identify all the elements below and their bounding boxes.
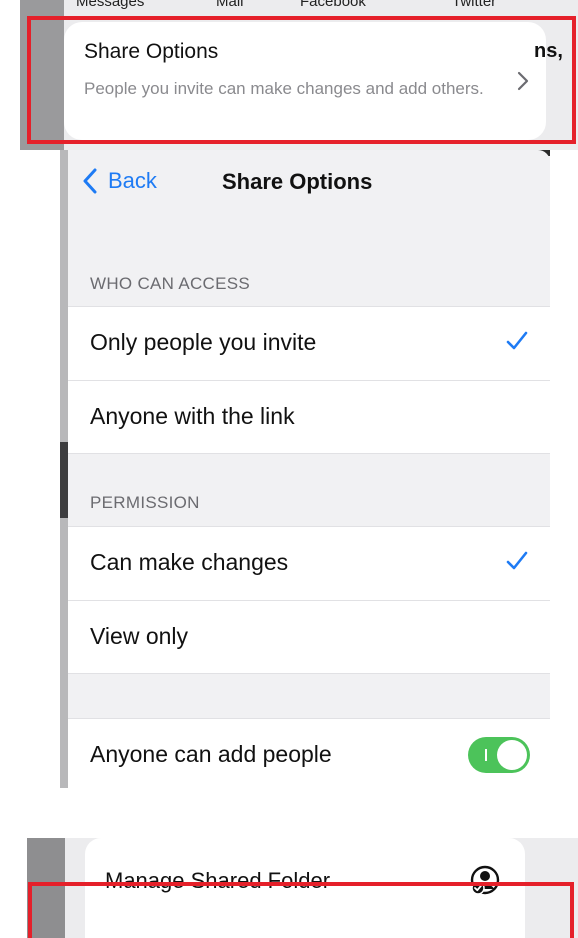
toggle-on-indicator (485, 749, 487, 761)
share-options-screen: Back Share Options WHO CAN ACCESS Only p… (60, 150, 550, 788)
share-targets-row: Messages Mail Facebook Twitter (20, 0, 578, 15)
option-label: Only people you invite (90, 329, 317, 355)
share-target-facebook[interactable]: Facebook (300, 0, 366, 10)
option-label: Can make changes (90, 549, 289, 575)
page-title: Share Options (222, 169, 373, 194)
share-target-twitter[interactable]: Twitter (452, 0, 496, 10)
toggle-label: Anyone can add people (90, 741, 332, 767)
option-label: View only (90, 623, 189, 649)
checkmark-icon (506, 551, 528, 570)
highlight-box-manage-shared-folder (28, 882, 574, 938)
section-header-who-can-access: WHO CAN ACCESS (90, 274, 251, 293)
who-can-access-group: Only people you invite Anyone with the l… (68, 306, 550, 454)
option-can-make-changes[interactable]: Can make changes (68, 527, 550, 600)
permission-group: Can make changes View only (68, 526, 550, 674)
share-target-messages[interactable]: Messages (76, 0, 144, 10)
row-anyone-can-add-people: Anyone can add people (68, 719, 550, 788)
option-only-people-you-invite[interactable]: Only people you invite (68, 307, 550, 380)
option-view-only[interactable]: View only (68, 600, 550, 673)
option-anyone-with-the-link[interactable]: Anyone with the link (68, 380, 550, 453)
share-target-mail[interactable]: Mail (216, 0, 244, 10)
add-people-group: Anyone can add people (68, 718, 550, 788)
navigation-bar: Back Share Options (68, 150, 550, 214)
chevron-left-icon (83, 168, 97, 194)
back-label: Back (108, 168, 157, 193)
option-label: Anyone with the link (90, 403, 295, 429)
checkmark-icon (506, 331, 528, 350)
add-people-toggle[interactable] (468, 737, 530, 773)
back-button[interactable]: Back (82, 166, 157, 196)
highlight-box-share-options (27, 16, 576, 144)
toggle-knob (497, 740, 527, 770)
screen-edge-dark (60, 442, 68, 518)
section-header-permission: PERMISSION (90, 493, 200, 512)
